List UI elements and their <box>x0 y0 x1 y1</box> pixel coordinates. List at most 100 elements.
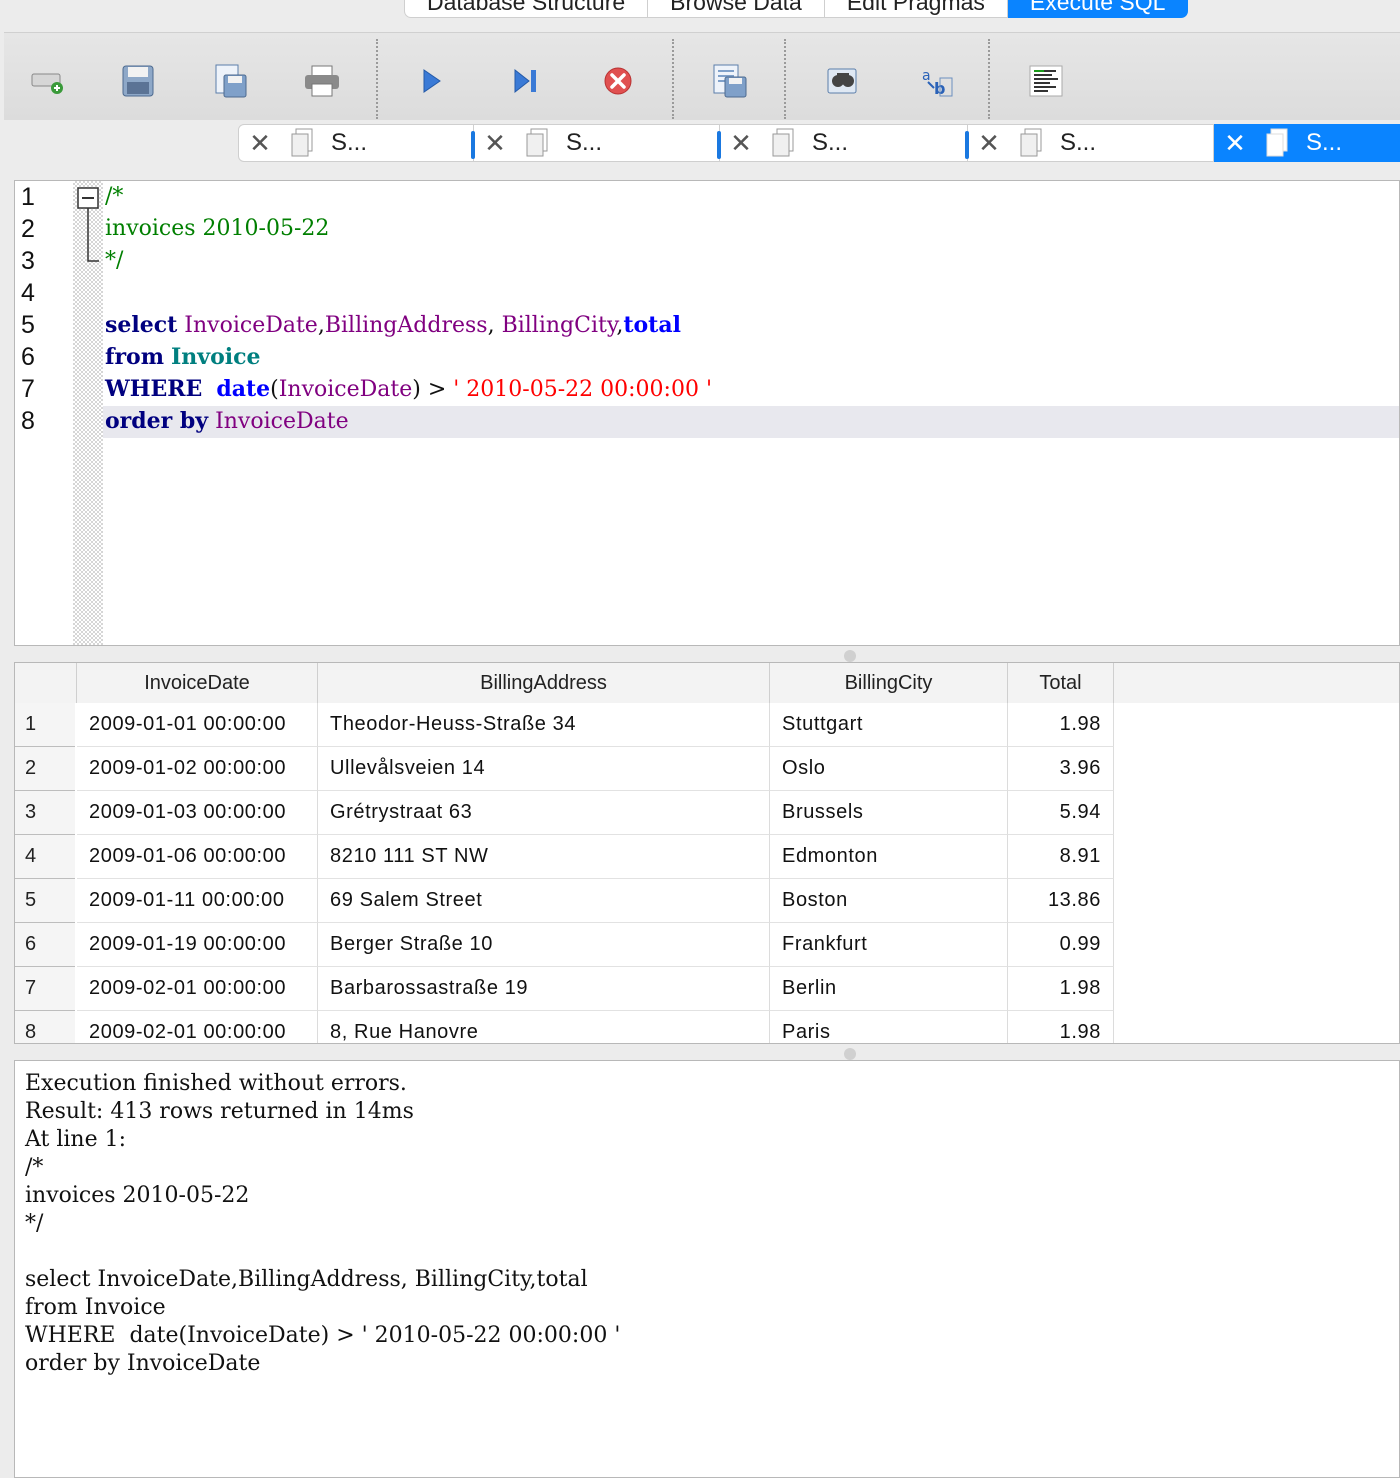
close-icon[interactable]: ✕ <box>1224 128 1246 159</box>
code-line-3: */ <box>105 248 124 273</box>
sql-tab[interactable]: ✕ S... <box>238 124 474 162</box>
table-cell-addr[interactable]: 69 Salem Street <box>318 879 770 923</box>
message-line: /* <box>25 1155 44 1180</box>
tab-database-structure[interactable]: Database Structure <box>404 0 649 18</box>
print-icon[interactable] <box>302 61 342 101</box>
toolbar-separator <box>988 39 990 119</box>
table-cell-date[interactable]: 2009-02-01 00:00:00 <box>77 1011 318 1043</box>
tab-execute-sql[interactable]: Execute SQL <box>1007 0 1189 18</box>
table-cell-addr[interactable]: Grétrystraat 63 <box>318 791 770 835</box>
toolbar-separator <box>376 39 378 119</box>
results-message-splitter[interactable] <box>14 1045 1400 1060</box>
table-cell-total[interactable]: 1.98 <box>1008 1011 1114 1043</box>
row-number[interactable]: 8 <box>15 1011 75 1043</box>
row-number[interactable]: 1 <box>15 703 75 747</box>
close-icon[interactable]: ✕ <box>978 128 1000 159</box>
save-results-icon[interactable] <box>710 61 750 101</box>
message-pane[interactable]: Execution finished without errors. Result… <box>14 1060 1400 1478</box>
close-icon[interactable]: ✕ <box>249 128 271 159</box>
sql-tab[interactable]: ✕ S... <box>965 124 1214 162</box>
tab-browse-data[interactable]: Browse Data <box>648 0 825 18</box>
open-sql-icon[interactable] <box>118 61 158 101</box>
table-cell-addr[interactable]: Berger Straße 10 <box>318 923 770 967</box>
execute-line-icon[interactable] <box>506 61 546 101</box>
splitter-handle[interactable] <box>844 650 856 662</box>
tab-edit-pragmas[interactable]: Edit Pragmas <box>824 0 1008 18</box>
table-cell-addr[interactable]: 8, Rue Hanovre <box>318 1011 770 1043</box>
code-line-2: invoices 2010-05-22 <box>105 216 330 241</box>
find-icon[interactable] <box>822 61 862 101</box>
table-cell-date[interactable]: 2009-02-01 00:00:00 <box>77 967 318 1011</box>
sql-editor[interactable]: 1 2 3 4 5 6 7 8 /* invoices 2010-05-22 *… <box>14 180 1400 646</box>
column-header[interactable]: Total <box>1008 663 1114 703</box>
row-number[interactable]: 4 <box>15 835 75 879</box>
column-header[interactable]: BillingCity <box>770 663 1008 703</box>
table-cell-date[interactable]: 2009-01-02 00:00:00 <box>77 747 318 791</box>
table-cell-city[interactable]: Berlin <box>770 967 1008 1011</box>
find-replace-icon[interactable]: ab <box>916 61 956 101</box>
line-number: 4 <box>21 279 35 307</box>
sql-tab-label: S... <box>1060 129 1097 156</box>
table-cell-date[interactable]: 2009-01-11 00:00:00 <box>77 879 318 923</box>
save-sql-icon[interactable] <box>210 61 250 101</box>
code-line-8: order by InvoiceDate <box>105 408 349 434</box>
row-number[interactable]: 3 <box>15 791 75 835</box>
table-cell-addr[interactable]: 8210 111 ST NW <box>318 835 770 879</box>
table-cell-total[interactable]: 3.96 <box>1008 747 1114 791</box>
table-cell-date[interactable]: 2009-01-19 00:00:00 <box>77 923 318 967</box>
row-number[interactable]: 6 <box>15 923 75 967</box>
comment-icon[interactable] <box>1026 61 1066 101</box>
splitter-handle[interactable] <box>844 1048 856 1060</box>
table-cell-city[interactable]: Brussels <box>770 791 1008 835</box>
table-cell-city[interactable]: Edmonton <box>770 835 1008 879</box>
table-cell-addr[interactable]: Ullevålsveien 14 <box>318 747 770 791</box>
column-header[interactable]: InvoiceDate <box>77 663 318 703</box>
document-icon <box>772 128 794 157</box>
close-icon[interactable]: ✕ <box>484 128 506 159</box>
document-icon <box>291 128 313 157</box>
line-number: 1 <box>21 183 35 211</box>
message-line: order by InvoiceDate <box>25 1351 261 1376</box>
table-cell-city[interactable]: Stuttgart <box>770 703 1008 747</box>
close-icon[interactable]: ✕ <box>730 128 752 159</box>
sql-tab[interactable]: ✕ S... <box>471 124 720 162</box>
code-line-5: select InvoiceDate,BillingAddress, Billi… <box>105 312 681 338</box>
table-cell-total[interactable]: 5.94 <box>1008 791 1114 835</box>
execute-all-icon[interactable] <box>412 61 452 101</box>
code-line-7: WHERE date(InvoiceDate) > ' 2010-05-22 0… <box>105 376 712 402</box>
table-cell-total[interactable]: 8.91 <box>1008 835 1114 879</box>
table-cell-total[interactable]: 13.86 <box>1008 879 1114 923</box>
table-cell-city[interactable]: Boston <box>770 879 1008 923</box>
open-tab-icon[interactable] <box>28 61 68 101</box>
document-icon <box>1020 128 1042 157</box>
results-grid[interactable]: InvoiceDate BillingAddress BillingCity T… <box>14 662 1400 1044</box>
sql-tab[interactable]: ✕ S... <box>717 124 968 162</box>
table-cell-addr[interactable]: Theodor-Heuss-Straße 34 <box>318 703 770 747</box>
table-cell-city[interactable]: Oslo <box>770 747 1008 791</box>
table-cell-total[interactable]: 1.98 <box>1008 967 1114 1011</box>
sql-tab-label: S... <box>812 129 849 156</box>
table-cell-date[interactable]: 2009-01-03 00:00:00 <box>77 791 318 835</box>
message-line: */ <box>25 1211 44 1236</box>
table-cell-total[interactable]: 1.98 <box>1008 703 1114 747</box>
svg-text:a: a <box>922 68 931 84</box>
sql-tab-active[interactable]: ✕ S... <box>1214 124 1400 162</box>
fold-toggle-icon[interactable] <box>77 187 105 267</box>
row-number[interactable]: 7 <box>15 967 75 1011</box>
stop-execution-icon[interactable] <box>598 61 638 101</box>
header-filler <box>1114 663 1399 703</box>
table-cell-date[interactable]: 2009-01-01 00:00:00 <box>77 703 318 747</box>
table-cell-date[interactable]: 2009-01-06 00:00:00 <box>77 835 318 879</box>
editor-results-splitter[interactable] <box>14 647 1400 662</box>
line-number: 5 <box>21 311 35 339</box>
table-cell-addr[interactable]: Barbarossastraße 19 <box>318 967 770 1011</box>
column-header[interactable]: BillingAddress <box>318 663 770 703</box>
message-line: select InvoiceDate,BillingAddress, Billi… <box>25 1267 588 1292</box>
table-cell-city[interactable]: Frankfurt <box>770 923 1008 967</box>
row-number[interactable]: 2 <box>15 747 75 791</box>
row-number[interactable]: 5 <box>15 879 75 923</box>
message-line: At line 1: <box>25 1127 126 1152</box>
corner-header[interactable] <box>15 663 77 703</box>
table-cell-city[interactable]: Paris <box>770 1011 1008 1043</box>
table-cell-total[interactable]: 0.99 <box>1008 923 1114 967</box>
